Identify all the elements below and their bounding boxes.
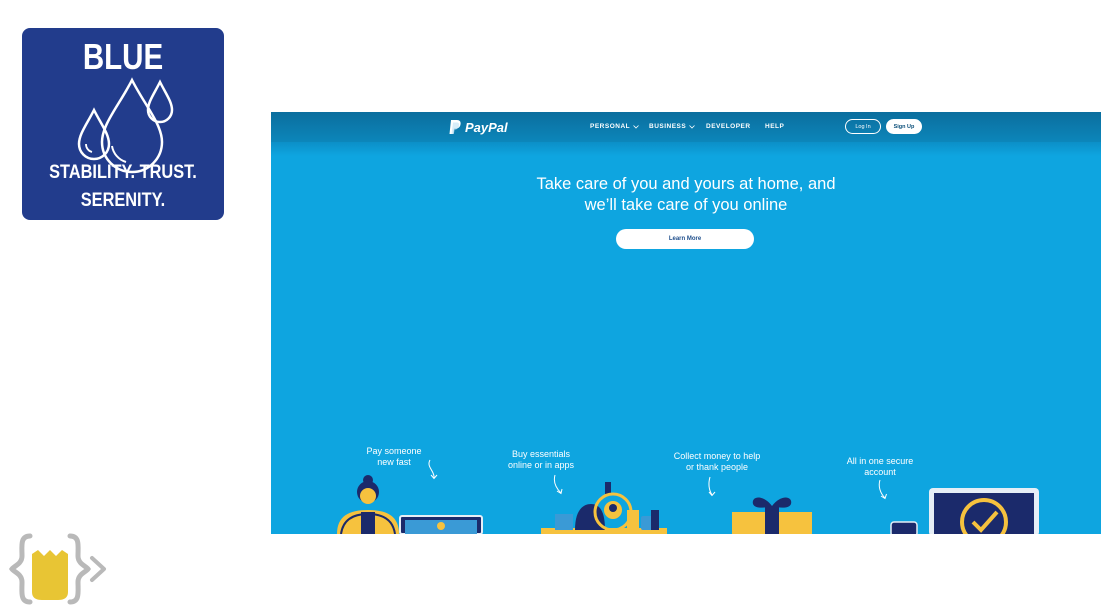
feature-collect-money: Collect money to help or thank people — [664, 451, 770, 473]
hero-line-2: we’ll take care of you online — [584, 196, 788, 214]
feature-line-1: Pay someone — [366, 446, 422, 456]
card-line-1: STABILITY. TRUST. — [49, 162, 197, 183]
card-line-2: SERENITY. — [80, 190, 166, 211]
feature-line-2: online or in apps — [507, 460, 575, 470]
feature-pay-someone: Pay someone new fast — [359, 446, 429, 468]
paypal-homepage-screenshot: PayPal PERSONAL BUSINESS DEVELOPER HELP … — [271, 112, 1101, 534]
curved-arrow-icon — [708, 476, 716, 497]
nav-business[interactable]: BUSINESS — [649, 123, 696, 130]
chevron-down-icon — [689, 124, 696, 129]
feature-line-2: or thank people — [685, 462, 749, 472]
login-button[interactable]: Log In — [845, 119, 881, 134]
person-with-laptop-illustration — [337, 475, 483, 534]
feature-line-1: All in one secure — [846, 456, 914, 466]
nav-personal[interactable]: PERSONAL — [590, 123, 639, 130]
shopping-basket-illustration — [541, 482, 667, 534]
nav-business-label: BUSINESS — [649, 123, 687, 130]
secure-devices-illustration — [890, 488, 1039, 534]
chevron-down-icon — [633, 124, 639, 129]
feature-line-2: new fast — [377, 457, 411, 467]
hero-line-1: Take care of you and yours at home, and — [536, 175, 836, 193]
feature-line-1: Collect money to help — [673, 451, 761, 461]
feature-buy-essentials: Buy essentials online or in apps — [501, 449, 581, 471]
hero-headline: Take care of you and yours at home, and … — [486, 174, 886, 216]
feature-line-2: account — [864, 467, 896, 477]
gift-box-illustration — [732, 497, 812, 534]
paypal-p-icon — [449, 120, 461, 134]
code-braces-logo-icon — [8, 533, 106, 605]
navbar-shadow — [271, 142, 1101, 156]
feature-secure-account: All in one secure account — [837, 456, 923, 478]
feature-line-1: Buy essentials — [511, 449, 571, 459]
nav-developer-label: DEVELOPER — [706, 123, 751, 130]
blue-info-card: BLUE STABILITY. TRUST. SERENITY. — [22, 28, 224, 220]
nav-personal-label: PERSONAL — [590, 123, 631, 130]
nav-help[interactable]: HELP — [765, 123, 784, 130]
logo-text: PayPal — [465, 119, 508, 135]
nav-help-label: HELP — [765, 123, 785, 130]
learn-more-button[interactable]: Learn More — [616, 229, 754, 249]
signup-button[interactable]: Sign Up — [886, 119, 922, 134]
nav-developer[interactable]: DEVELOPER — [706, 123, 751, 130]
paypal-logo[interactable]: PayPal — [448, 118, 508, 136]
card-title: BLUE — [82, 36, 164, 77]
navbar: PayPal PERSONAL BUSINESS DEVELOPER HELP … — [271, 112, 1101, 142]
